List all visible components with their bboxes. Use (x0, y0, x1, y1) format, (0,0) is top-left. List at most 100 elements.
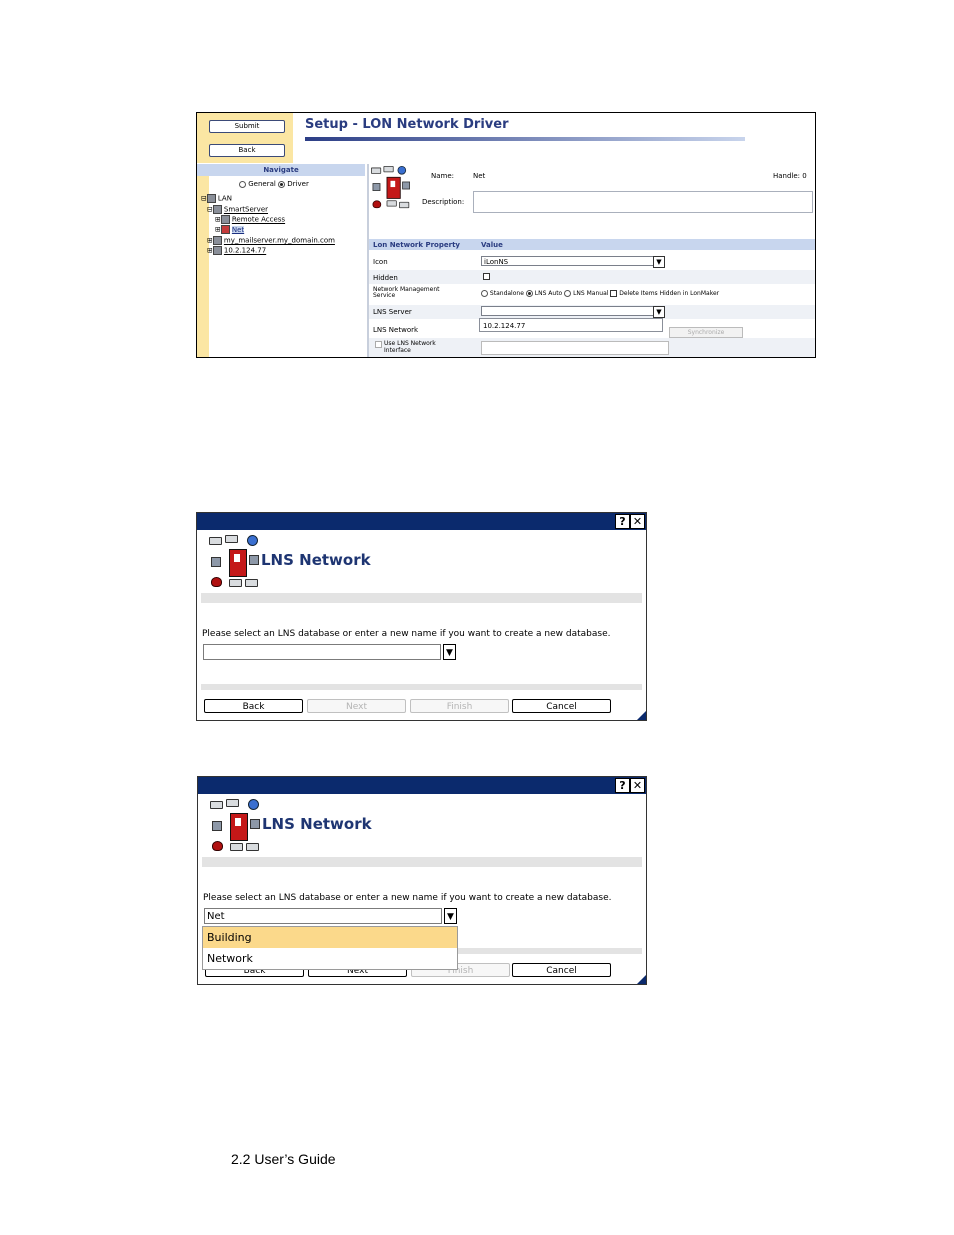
dialog-title-bar: ? ✕ (198, 777, 646, 794)
computer-icon (212, 236, 222, 245)
navigate-panel: Navigate General Driver ⊟ LAN ⊟ SmartServe… (197, 164, 365, 357)
icon-label: Icon (373, 258, 388, 266)
icon-select[interactable]: iLonNS ▼ (481, 256, 665, 268)
tree-item-label[interactable]: Net (231, 225, 245, 234)
tree-item-label[interactable]: SmartServer (224, 206, 268, 214)
chevron-down-icon[interactable]: ▼ (653, 256, 665, 268)
description-field[interactable] (473, 191, 813, 213)
property-table-header: Lon Network Property Value (369, 239, 815, 250)
nms-options: Standalone LNS Auto LNS Manual Delete It… (481, 290, 719, 297)
tree-item-label[interactable]: 10.2.124.77 (224, 247, 266, 255)
dropdown-option-building[interactable]: Building (203, 927, 457, 948)
title-underline (305, 137, 745, 141)
use-lns-label: Use LNS Network Interface (384, 340, 436, 354)
next-button[interactable]: Next (307, 699, 406, 713)
lns-server-select[interactable]: ▼ (481, 306, 665, 318)
close-icon[interactable]: ✕ (630, 514, 645, 529)
radio-general-label: General (248, 180, 276, 188)
lns-server-dropdown-option[interactable]: 10.2.124.77 (479, 318, 663, 332)
lns-server-label: LNS Server (373, 308, 412, 316)
lns-database-combo[interactable]: Net (204, 908, 442, 924)
help-icon[interactable]: ? (615, 514, 630, 529)
tree-item-lan[interactable]: ⊟ LAN (201, 194, 232, 203)
lon-network-icon (209, 535, 267, 593)
chevron-down-icon[interactable]: ▼ (653, 306, 665, 318)
icon-select-value: iLonNS (484, 258, 509, 266)
row-icon: Icon iLonNS ▼ (369, 254, 815, 268)
dropdown-option-network[interactable]: Network (203, 948, 457, 969)
lns-database-combo[interactable] (203, 644, 441, 660)
nms-label: Network Management Service (373, 286, 440, 299)
back-button[interactable]: Back (209, 144, 285, 157)
finish-button[interactable]: Finish (410, 699, 509, 713)
tree-item-label[interactable]: Remote Access (232, 216, 285, 224)
dialog-prompt: Please select an LNS database or enter a… (202, 629, 611, 639)
tree-item-remote-access[interactable]: ⊞ Remote Access (215, 215, 285, 224)
tree-item-label[interactable]: my_mailserver.my_domain.com (224, 237, 335, 245)
chevron-down-icon[interactable]: ▼ (443, 644, 456, 660)
help-icon[interactable]: ? (615, 778, 630, 793)
lon-network-icon (210, 799, 268, 857)
header-value: Value (481, 241, 503, 249)
row-hidden: Hidden (369, 270, 815, 284)
view-radio-group: General Driver (239, 180, 309, 188)
name-label: Name: (431, 172, 455, 180)
radio-standalone[interactable] (481, 290, 488, 297)
lns-network-dialog: ? ✕ LNS Network Please select an LNS dat… (196, 512, 647, 721)
radio-standalone-label: Standalone (489, 290, 524, 297)
lon-network-icon (371, 166, 416, 211)
synchronize-button[interactable]: Synchronize (669, 327, 743, 338)
radio-lns-manual-label: LNS Manual (573, 290, 609, 297)
lan-icon (206, 194, 216, 203)
tree-item-smartserver[interactable]: ⊟ SmartServer (207, 205, 268, 214)
close-icon[interactable]: ✕ (630, 778, 645, 793)
row-lns-server: LNS Server ▼ (369, 305, 815, 319)
radio-driver[interactable] (278, 180, 286, 188)
delete-hidden-checkbox[interactable] (610, 290, 618, 297)
tree-item-ip[interactable]: ⊞ 10.2.124.77 (207, 246, 266, 255)
name-value: Net (473, 172, 486, 180)
tree-item-label: LAN (217, 194, 232, 203)
cancel-button[interactable]: Cancel (512, 699, 611, 713)
properties-panel: Name: Net Handle: 0 Description: Lon Net… (369, 164, 815, 357)
separator-band (202, 857, 642, 867)
tree-item-mailserver[interactable]: ⊞ my_mailserver.my_domain.com (207, 236, 335, 245)
use-lns-checkbox[interactable] (375, 341, 382, 348)
row-use-lns: Use LNS Network Interface (369, 338, 815, 357)
dialog-title-bar: ? ✕ (197, 513, 646, 530)
lns-database-dropdown-list: Building Network (202, 926, 458, 970)
page-footer: 2.2 User’s Guide (231, 1151, 336, 1167)
radio-lns-auto[interactable] (525, 290, 533, 297)
computer-icon (212, 246, 222, 255)
hidden-checkbox[interactable] (483, 273, 490, 280)
dialog-title: LNS Network (262, 815, 372, 833)
resize-grip-icon[interactable] (637, 711, 646, 720)
resize-grip-icon[interactable] (637, 975, 646, 984)
network-icon (220, 225, 230, 234)
back-button[interactable]: Back (204, 699, 303, 713)
server-icon (212, 205, 222, 214)
setup-lon-network-driver-screenshot: Submit Back Setup - LON Network Driver N… (196, 112, 816, 358)
lns-network-label: LNS Network (373, 326, 419, 334)
radio-lns-manual[interactable] (564, 290, 572, 297)
separator-band (201, 593, 642, 603)
remote-access-icon (220, 215, 230, 224)
row-nms: Network Management Service Standalone LNS… (369, 286, 815, 304)
button-panel: Submit Back (197, 113, 293, 163)
tree-item-net[interactable]: ⊞ Net (215, 225, 245, 234)
radio-general[interactable] (239, 180, 246, 188)
navigate-strip (197, 176, 209, 357)
description-label: Description: (422, 198, 465, 206)
interface-select[interactable] (481, 341, 669, 355)
submit-button[interactable]: Submit (209, 120, 285, 133)
cancel-button[interactable]: Cancel (512, 963, 611, 977)
handle-text: Handle: 0 (773, 172, 807, 180)
delete-hidden-label: Delete Items Hidden in LonMaker (619, 290, 720, 297)
radio-lns-auto-label: LNS Auto (534, 290, 563, 297)
hidden-label: Hidden (373, 274, 398, 282)
navigate-header: Navigate (197, 164, 365, 176)
chevron-down-icon[interactable]: ▼ (444, 908, 457, 924)
page-title: Setup - LON Network Driver (305, 117, 509, 132)
dialog-title: LNS Network (261, 551, 371, 569)
radio-driver-label: Driver (287, 180, 309, 188)
